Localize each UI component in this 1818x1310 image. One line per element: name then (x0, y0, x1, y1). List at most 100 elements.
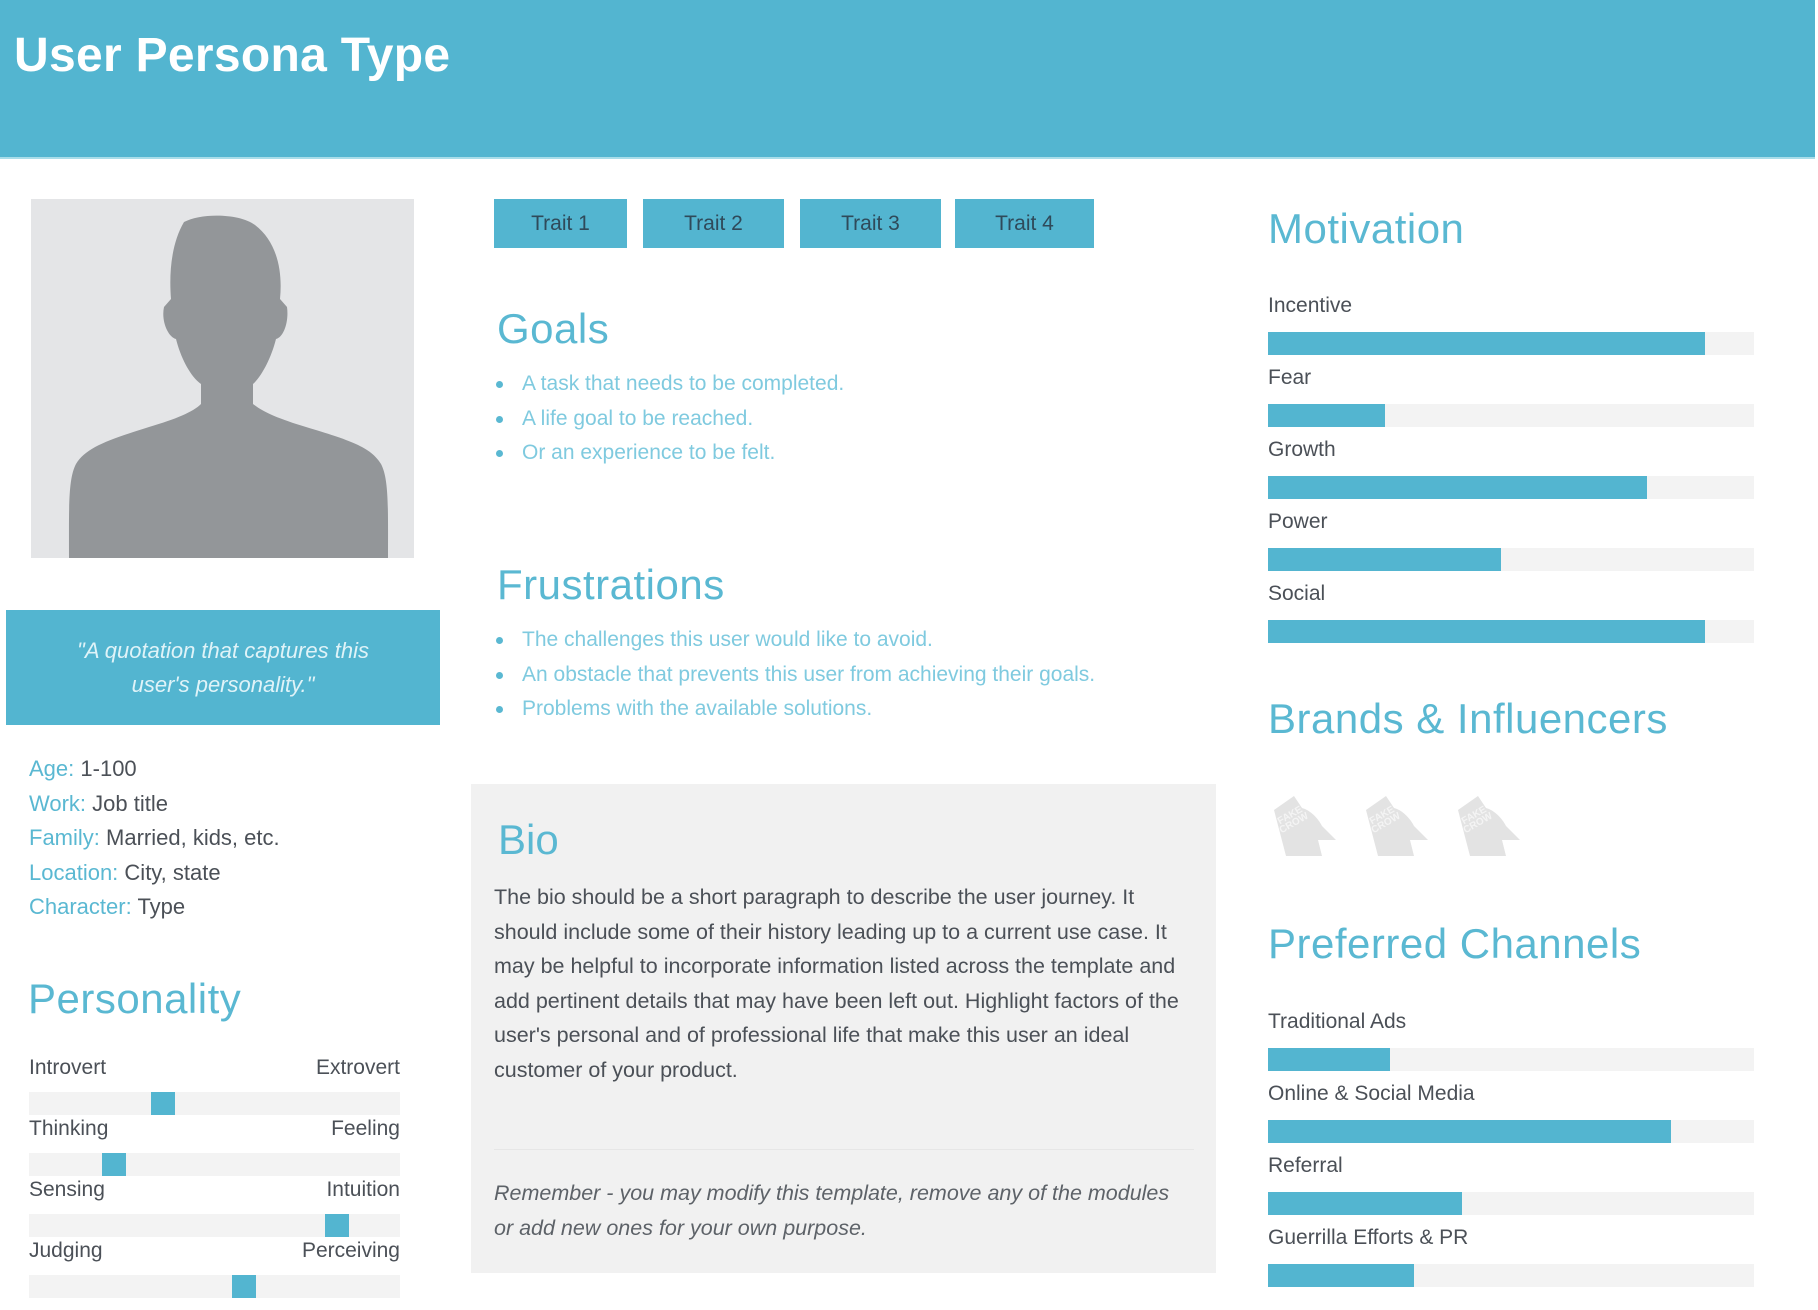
channel-track (1268, 1120, 1754, 1143)
persona-quote-box: "A quotation that captures this user's p… (6, 610, 440, 725)
demographic-label: Work: (29, 790, 87, 816)
motivation-bar: Social (1268, 582, 1754, 643)
brands-heading: Brands & Influencers (1268, 695, 1668, 742)
scale-track[interactable] (29, 1275, 400, 1298)
demographic-character: Character: Type (29, 890, 449, 925)
motivation-fill (1268, 548, 1502, 571)
scale-right-label: Extrovert (315, 1056, 400, 1079)
bio-heading: Bio (498, 816, 559, 863)
scale-left-label: Thinking (29, 1117, 109, 1140)
demographic-location: Location: City, state (29, 856, 449, 891)
channel-bar: Online & Social Media (1268, 1082, 1754, 1143)
user-silhouette-icon (68, 215, 389, 558)
channel-label: Traditional Ads (1268, 1010, 1407, 1033)
personality-heading: Personality (28, 975, 242, 1022)
motivation-fill (1268, 620, 1706, 643)
channel-label: Referral (1268, 1154, 1343, 1177)
channel-label: Guerrilla Efforts & PR (1268, 1226, 1469, 1249)
scale-left-label: Introvert (29, 1056, 107, 1079)
scale-track[interactable] (29, 1214, 400, 1237)
motivation-track (1268, 332, 1754, 355)
scale-track[interactable] (29, 1092, 400, 1115)
scale-marker[interactable] (324, 1214, 349, 1237)
scale-right-label: Feeling (331, 1117, 400, 1140)
fake-crow-logo-icon[interactable]: FAKE CROW (1270, 790, 1340, 858)
bio-panel: Bio The bio should be a short paragraph … (471, 784, 1216, 1273)
personality-scale: Judging Perceiving (29, 1239, 400, 1298)
trait-tag-3[interactable]: Trait 3 (800, 199, 941, 248)
scale-right-label: Perceiving (301, 1239, 400, 1262)
channel-fill (1268, 1048, 1390, 1071)
goals-list: A task that needs to be completed. A lif… (494, 367, 844, 471)
scale-track[interactable] (29, 1153, 400, 1176)
personality-scale: Thinking Feeling (29, 1117, 400, 1176)
demographic-work: Work: Job title (29, 787, 449, 822)
motivation-heading: Motivation (1268, 205, 1465, 252)
demographic-label: Character: (29, 894, 132, 919)
demographics: Age: 1-100 Work: Job title Family: Marri… (29, 752, 449, 925)
brand-logos: FAKE CROW FAKE CROW FAKE CROW (1270, 790, 1524, 858)
demographic-value: City, state (124, 859, 221, 885)
demographic-label: Family: (29, 825, 100, 850)
channel-track (1268, 1192, 1754, 1215)
scale-left-label: Sensing (29, 1178, 105, 1201)
demographic-value: Married, kids, etc. (106, 825, 280, 850)
channel-bar: Guerrilla Efforts & PR (1268, 1226, 1754, 1287)
motivation-label: Incentive (1268, 294, 1353, 317)
channel-fill (1268, 1192, 1463, 1215)
channel-track (1268, 1048, 1754, 1071)
persona-photo[interactable] (31, 199, 414, 558)
motivation-label: Social (1268, 582, 1326, 605)
scale-marker[interactable] (102, 1153, 127, 1176)
demographic-value: Job title (92, 790, 168, 816)
motivation-track (1268, 620, 1754, 643)
goal-item: Or an experience to be felt. (494, 436, 844, 471)
frustration-item: Problems with the available solutions. (494, 692, 1095, 727)
scale-marker[interactable] (150, 1092, 175, 1115)
header-banner: User Persona Type (0, 0, 1815, 159)
persona-quote: "A quotation that captures this user's p… (77, 637, 369, 697)
fake-crow-logo-icon[interactable]: FAKE CROW (1454, 790, 1524, 858)
demographic-value: 1-100 (80, 756, 137, 781)
channel-track (1268, 1264, 1754, 1287)
motivation-fill (1268, 404, 1385, 427)
motivation-fill (1268, 476, 1648, 499)
channel-bar: Traditional Ads (1268, 1010, 1754, 1071)
goal-item: A life goal to be reached. (494, 402, 844, 437)
motivation-track (1268, 476, 1754, 499)
demographic-label: Age: (29, 756, 75, 781)
channel-fill (1268, 1264, 1414, 1287)
bio-divider (494, 1149, 1194, 1150)
frustrations-list: The challenges this user would like to a… (494, 623, 1095, 727)
scale-marker[interactable] (232, 1275, 257, 1298)
motivation-bar: Incentive (1268, 294, 1754, 355)
trait-tag-2[interactable]: Trait 2 (643, 199, 784, 248)
frustration-item: The challenges this user would like to a… (494, 623, 1095, 658)
demographic-family: Family: Married, kids, etc. (29, 821, 449, 856)
frustrations-heading: Frustrations (497, 561, 725, 608)
motivation-bar: Growth (1268, 438, 1754, 499)
bio-text: The bio should be a short paragraph to d… (494, 885, 1179, 1082)
scale-left-label: Judging (29, 1239, 103, 1262)
fake-crow-logo-icon[interactable]: FAKE CROW (1362, 790, 1432, 858)
demographic-value: Type (137, 894, 186, 919)
demographic-label: Location: (29, 859, 119, 885)
channel-label: Online & Social Media (1268, 1082, 1475, 1105)
channels-heading: Preferred Channels (1268, 920, 1642, 967)
motivation-label: Fear (1268, 366, 1312, 389)
trait-tag-1[interactable]: Trait 1 (494, 199, 627, 248)
page-title: User Persona Type (14, 29, 451, 82)
motivation-track (1268, 548, 1754, 571)
trait-tag-4[interactable]: Trait 4 (955, 199, 1094, 248)
motivation-label: Growth (1268, 438, 1336, 461)
personality-scale: Introvert Extrovert (29, 1056, 400, 1115)
motivation-track (1268, 404, 1754, 427)
goal-item: A task that needs to be completed. (494, 367, 844, 402)
channel-bar: Referral (1268, 1154, 1754, 1215)
motivation-bar: Power (1268, 510, 1754, 571)
demographic-age: Age: 1-100 (29, 752, 449, 787)
motivation-fill (1268, 332, 1706, 355)
motivation-label: Power (1268, 510, 1328, 533)
personality-scale: Sensing Intuition (29, 1178, 400, 1237)
motivation-bar: Fear (1268, 366, 1754, 427)
